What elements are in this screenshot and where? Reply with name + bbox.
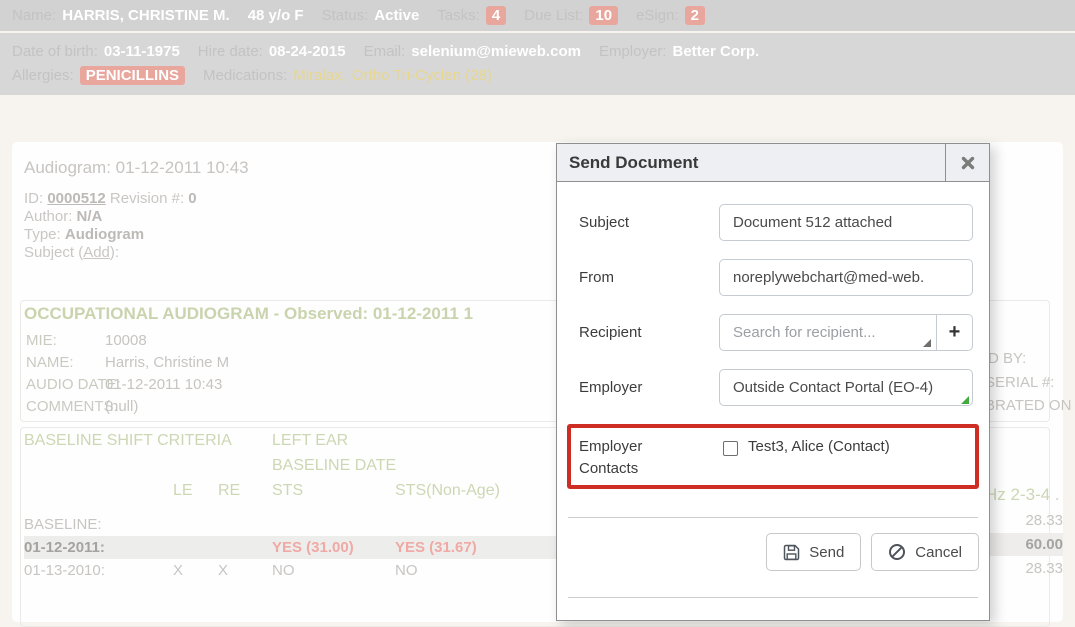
allergies-label: Allergies: xyxy=(12,67,74,84)
doc-revision-value: 0 xyxy=(188,190,196,207)
cancel-button[interactable]: Cancel xyxy=(871,533,979,571)
avg-value: 28.33 xyxy=(1017,560,1063,577)
allergy-penicillins-badge[interactable]: PENICILLINS xyxy=(80,66,185,85)
cancel-slash-icon xyxy=(888,543,906,561)
employer-contacts-label: Employer Contacts xyxy=(579,433,723,485)
modal-title: Send Document xyxy=(557,144,945,181)
subject-input[interactable] xyxy=(719,204,973,241)
send-document-modal: Send Document Subject From Recipient + xyxy=(556,143,990,621)
employer-select[interactable] xyxy=(719,369,973,406)
subject-label: Subject xyxy=(579,214,719,231)
patient-header-row2: Date of birth: 03-11-1975 Hire date: 08-… xyxy=(0,33,1075,95)
email-value: selenium@mieweb.com xyxy=(411,43,581,60)
recipient-row: Recipient + xyxy=(579,314,973,351)
send-button[interactable]: Send xyxy=(766,533,861,571)
info-row: COMMENTS: (null) xyxy=(26,396,229,418)
modal-employer-label: Employer xyxy=(579,379,719,396)
doc-author-label: Author: xyxy=(24,208,72,225)
tasks-count-badge[interactable]: 4 xyxy=(486,6,506,25)
patient-header: Name: HARRIS, CHRISTINE M. 48 y/o F Stat… xyxy=(0,0,1075,95)
avg-value: 28.33 xyxy=(1017,512,1063,529)
medication-link-ortho[interactable]: Ortho Tri-Cyclen (28) xyxy=(352,67,492,84)
audiogram-section-heading: OCCUPATIONAL AUDIOGRAM - Observed: 01-12… xyxy=(24,304,473,324)
employer-contacts-highlight-box: Employer Contacts Test3, Alice (Contact) xyxy=(567,424,979,489)
doc-id-link[interactable]: 0000512 xyxy=(47,190,105,207)
baseline-title: BASELINE SHIFT CRITERIA xyxy=(24,428,272,453)
patient-header-row1: Name: HARRIS, CHRISTINE M. 48 y/o F Stat… xyxy=(0,0,1075,31)
modal-title-bar: Send Document xyxy=(557,144,989,182)
doc-subject-label: Subject ( xyxy=(24,244,83,261)
footer-divider-top xyxy=(568,517,978,518)
esign-count-badge[interactable]: 2 xyxy=(685,6,705,25)
due-list-label: Due List: xyxy=(524,7,583,24)
audiogram-info-table: MIE: 10008 NAME: Harris, Christine M AUD… xyxy=(26,330,229,418)
hire-date-value: 08-24-2015 xyxy=(269,43,346,60)
doc-author-value: N/A xyxy=(77,208,103,225)
hz-avg-heading-fragment: Hz 2-3-4 . xyxy=(985,485,1060,505)
patient-age-sex: 48 y/o F xyxy=(248,7,304,24)
col-sts: STS xyxy=(272,478,395,503)
employer-value: Better Corp. xyxy=(672,43,759,60)
resize-grip-icon[interactable] xyxy=(923,339,931,347)
from-row: From xyxy=(579,259,973,296)
tasks-label: Tasks: xyxy=(437,7,480,24)
modal-footer-buttons: Send Cancel xyxy=(557,533,979,571)
dob-value: 03-11-1975 xyxy=(104,43,180,60)
avg-value: 60.00 xyxy=(1017,536,1063,553)
doc-revision-label: Revision #: xyxy=(110,190,184,207)
from-input[interactable] xyxy=(719,259,973,296)
due-list-count-badge[interactable]: 10 xyxy=(589,6,618,25)
doc-subject-add-link[interactable]: Add xyxy=(83,244,110,261)
tested-by-fragment: D BY: xyxy=(988,350,1026,367)
doc-type-label: Type: xyxy=(24,226,61,243)
info-row: NAME: Harris, Christine M xyxy=(26,352,229,374)
status-value: Active xyxy=(374,7,419,24)
serial-fragment: SERIAL #: xyxy=(985,374,1054,391)
close-button[interactable] xyxy=(945,144,989,181)
doc-id-label: ID: xyxy=(24,190,43,207)
esign-label: eSign: xyxy=(636,7,679,24)
dob-label: Date of birth: xyxy=(12,43,98,60)
medications-label: Medications: xyxy=(203,67,287,84)
info-row: AUDIO DATE: 01-12-2011 10:43 xyxy=(26,374,229,396)
from-label: From xyxy=(579,269,719,286)
document-meta: ID: 0000512 Revision #: 0 Author: N/A Ty… xyxy=(24,190,197,262)
employer-label: Employer: xyxy=(599,43,667,60)
status-label: Status: xyxy=(322,7,369,24)
patient-name: HARRIS, CHRISTINE M. xyxy=(62,7,230,24)
info-row: MIE: 10008 xyxy=(26,330,229,352)
hire-date-label: Hire date: xyxy=(198,43,263,60)
medication-link-miralax[interactable]: Miralax, xyxy=(293,67,346,84)
employer-row: Employer xyxy=(579,369,973,406)
contact-option[interactable]: Test3, Alice (Contact) xyxy=(723,433,890,485)
calibrated-fragment: BRATED ON xyxy=(985,397,1071,414)
col-le: LE xyxy=(173,478,218,503)
contact-checkbox[interactable] xyxy=(723,441,738,456)
employer-select-wrap xyxy=(719,369,973,406)
recipient-search-input[interactable] xyxy=(720,315,936,350)
col-re: RE xyxy=(218,478,272,503)
doc-type-value: Audiogram xyxy=(65,226,144,243)
email-label: Email: xyxy=(364,43,406,60)
subject-row: Subject xyxy=(579,204,973,241)
recipient-input-group: + xyxy=(719,314,973,351)
add-recipient-button[interactable]: + xyxy=(936,315,972,350)
contact-option-label: Test3, Alice (Contact) xyxy=(748,438,890,455)
close-icon xyxy=(961,156,975,170)
document-title: Audiogram: 01-12-2011 10:43 xyxy=(24,158,249,178)
save-disk-icon xyxy=(783,544,800,561)
modal-body: Subject From Recipient + Employer xyxy=(557,182,989,406)
name-label: Name: xyxy=(12,7,56,24)
footer-divider-bottom xyxy=(568,597,978,598)
recipient-label: Recipient xyxy=(579,324,719,341)
